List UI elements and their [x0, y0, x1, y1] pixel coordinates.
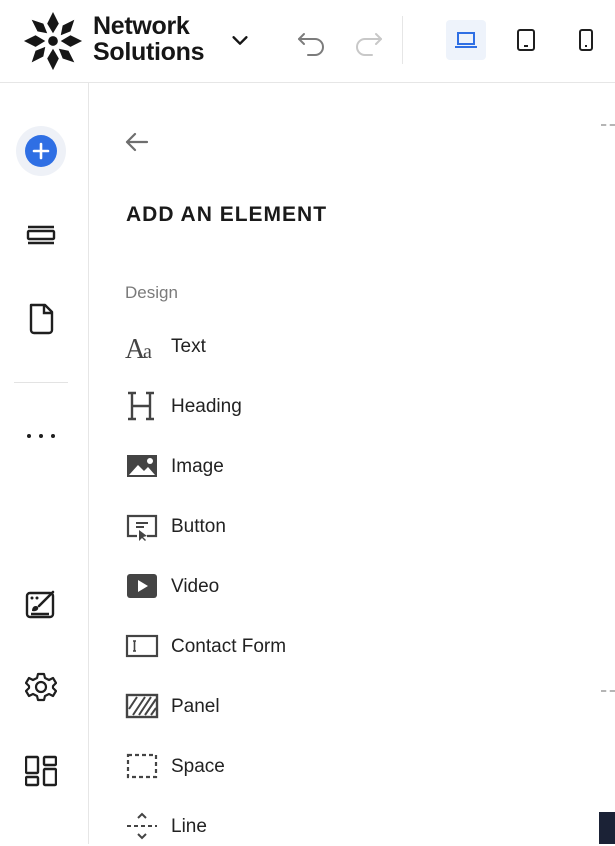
image-icon — [127, 455, 157, 477]
element-label: Video — [171, 576, 220, 597]
settings-button[interactable] — [16, 662, 66, 712]
panel-title: ADD AN ELEMENT — [126, 203, 328, 226]
sections-icon — [26, 225, 56, 245]
video-icon — [127, 574, 157, 598]
space-icon — [126, 753, 158, 779]
tablet-icon — [517, 29, 535, 51]
tablet-view-button[interactable] — [506, 20, 546, 60]
rail-divider — [14, 382, 68, 383]
mobile-icon — [579, 29, 593, 51]
element-panel[interactable]: Panel — [125, 686, 425, 726]
line-icon — [127, 812, 157, 840]
brand-name-line1: Network — [93, 12, 190, 40]
redo-icon[interactable] — [352, 26, 384, 56]
element-label: Text — [171, 336, 206, 357]
element-line[interactable]: Line — [125, 806, 425, 846]
mobile-view-button[interactable] — [566, 20, 606, 60]
more-button[interactable] — [16, 403, 66, 453]
heading-icon — [128, 391, 154, 421]
element-video[interactable]: Video — [125, 566, 425, 606]
apps-button[interactable] — [16, 746, 66, 796]
element-label: Panel — [171, 696, 220, 717]
svg-text:a: a — [143, 341, 152, 362]
desktop-view-button[interactable] — [446, 20, 486, 60]
top-bar: Network Solutions — [0, 0, 615, 83]
brand-name-line2: Solutions — [93, 38, 205, 66]
element-contact-form[interactable]: Contact Form — [125, 626, 425, 666]
design-button[interactable] — [16, 578, 66, 628]
element-label: Button — [171, 516, 226, 537]
toolbar-divider — [402, 16, 403, 64]
element-label: Contact Form — [171, 636, 287, 657]
element-label: Heading — [171, 396, 242, 417]
text-icon: A a — [125, 334, 152, 362]
button-icon — [126, 514, 158, 541]
desktop-icon — [455, 32, 477, 48]
panel-icon — [125, 693, 159, 719]
left-rail — [0, 83, 89, 844]
back-arrow-icon[interactable] — [122, 127, 152, 157]
network-solutions-logo-icon — [23, 11, 83, 71]
canvas-edge — [599, 83, 615, 844]
apps-icon — [25, 755, 57, 787]
add-element-panel: ADD AN ELEMENT Design A a Text Heading I… — [89, 83, 599, 844]
canvas-guide-line — [601, 690, 615, 692]
element-space[interactable]: Space — [125, 746, 425, 786]
element-image[interactable]: Image — [125, 446, 425, 486]
element-label: Line — [171, 816, 207, 837]
add-element-button[interactable] — [16, 126, 66, 176]
element-label: Space — [171, 756, 225, 777]
element-label: Image — [171, 456, 224, 477]
canvas-guide-line — [601, 124, 615, 126]
design-icon — [25, 590, 55, 619]
brand-name[interactable]: Network Solutions — [93, 13, 204, 65]
section-label-design: Design — [125, 283, 178, 302]
chevron-down-icon[interactable] — [229, 29, 251, 51]
undo-icon[interactable] — [296, 26, 328, 56]
element-button[interactable]: Button — [125, 506, 425, 546]
pages-button[interactable] — [16, 294, 66, 344]
canvas-dark-block — [599, 812, 615, 844]
element-heading[interactable]: Heading — [125, 386, 425, 426]
more-icon — [27, 434, 55, 438]
plus-icon — [25, 135, 57, 167]
page-icon — [29, 303, 54, 335]
sections-button[interactable] — [16, 210, 66, 260]
element-text[interactable]: A a Text — [125, 326, 425, 366]
contact-form-icon — [125, 634, 159, 658]
gear-icon — [25, 672, 57, 702]
